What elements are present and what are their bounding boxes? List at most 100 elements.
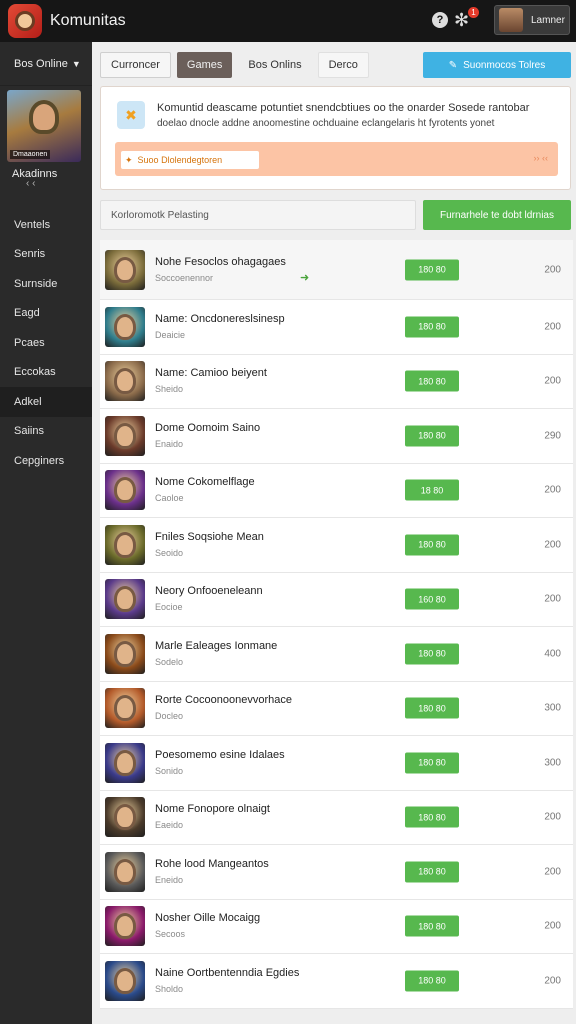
- game-thumbnail[interactable]: [105, 688, 145, 729]
- game-thumbnail[interactable]: [105, 960, 145, 1001]
- game-thumbnail[interactable]: [105, 742, 145, 783]
- buy-button[interactable]: 180 80: [405, 861, 459, 883]
- buy-button[interactable]: 180 80: [405, 259, 459, 280]
- sidebar-mini-text: ‹ ‹: [26, 178, 36, 189]
- top-bar: Komunitas ? ✻ 1 Lamner: [0, 0, 576, 42]
- sidebar-item-active[interactable]: Adkel: [0, 387, 92, 417]
- list-item[interactable]: Marle Ealeages Ionmane Sodelo 180 80 400: [100, 627, 573, 682]
- promo-note: ›› ‹‹: [533, 153, 549, 163]
- promo-code-field[interactable]: ✦ Suoo Dlolendegtoren: [121, 151, 259, 169]
- character-icon: [114, 368, 136, 395]
- item-count: 200: [544, 920, 561, 932]
- list-item[interactable]: Poesomemo esine Idalaes Sonido 180 80 300: [100, 736, 573, 791]
- item-subtitle: Eneido: [155, 874, 184, 885]
- item-title[interactable]: Dome Oomoim Saino: [155, 422, 260, 434]
- sidebar-item[interactable]: Saiins: [0, 417, 92, 447]
- item-title[interactable]: Naine Oortbentenndia Egdies: [155, 967, 299, 979]
- buy-button[interactable]: 180 80: [405, 370, 459, 392]
- game-thumbnail[interactable]: [105, 851, 145, 892]
- game-thumbnail[interactable]: [105, 633, 145, 674]
- character-icon: [114, 804, 136, 831]
- item-count: 300: [544, 702, 561, 714]
- item-subtitle: Seoido: [155, 547, 184, 558]
- buy-button[interactable]: 180 80: [405, 970, 459, 992]
- user-menu[interactable]: Lamner: [494, 5, 570, 35]
- item-title[interactable]: Nome Fonopore olnaigt: [155, 803, 270, 815]
- buy-button[interactable]: 180 80: [405, 915, 459, 937]
- sidebar-item[interactable]: Surnside: [0, 269, 92, 299]
- notifications-button[interactable]: ✻ 1: [454, 7, 479, 31]
- list-item[interactable]: Fniles Soqsiohe Mean Seoido 180 80 200: [100, 518, 573, 573]
- list-item[interactable]: Nome Cokomelflage Caoloe 18 80 200: [100, 463, 573, 518]
- help-icon[interactable]: ?: [432, 12, 448, 28]
- sidebar-item[interactable]: Senris: [0, 240, 92, 270]
- item-title[interactable]: Name: Oncdonereslsinesp: [155, 313, 285, 325]
- game-thumbnail[interactable]: [105, 361, 145, 402]
- item-title[interactable]: Marle Ealeages Ionmane: [155, 640, 277, 652]
- game-thumbnail[interactable]: [105, 306, 145, 347]
- app-logo[interactable]: [8, 4, 42, 38]
- sidebar-subtitle: Akadinns: [12, 168, 58, 180]
- list-item[interactable]: Dome Oomoim Saino Enaido 180 80 290: [100, 409, 573, 464]
- game-thumbnail[interactable]: [105, 249, 145, 290]
- sidebar-item[interactable]: Ventels: [0, 210, 92, 240]
- game-thumbnail[interactable]: [105, 415, 145, 456]
- tab-current[interactable]: Curroncer: [100, 52, 171, 78]
- subscribe-button[interactable]: ✎ Suonmocos Tolres: [423, 52, 571, 78]
- hero-face-icon: [15, 11, 35, 31]
- info-card: ✖ Komuntid deascame potuntiet snendcbtiu…: [100, 86, 571, 190]
- buy-button[interactable]: 180 80: [405, 697, 459, 719]
- banner-caption: Dmaaonen: [10, 150, 51, 159]
- tab-online[interactable]: Bos Onlins: [238, 52, 311, 78]
- list-item[interactable]: Name: Camioo beiyent Sheido 180 80 200: [100, 354, 573, 409]
- character-icon: [114, 858, 136, 885]
- list-item[interactable]: Nohe Fesoclos ohagagaes Soccoenennor ➜ 180 …: [100, 240, 573, 300]
- item-title[interactable]: Name: Camioo beiyent: [155, 367, 267, 379]
- buy-button[interactable]: 180 80: [405, 316, 459, 338]
- game-thumbnail[interactable]: [105, 470, 145, 511]
- item-title[interactable]: Fniles Soqsiohe Mean: [155, 531, 264, 543]
- character-icon: [114, 313, 136, 340]
- item-title[interactable]: Nohe Fesoclos ohagagaes: [155, 256, 286, 268]
- list-item[interactable]: Naine Oortbentenndia Egdies Sholdo 180 80 2…: [100, 954, 573, 1009]
- character-icon: [114, 640, 136, 667]
- buy-button[interactable]: 180 80: [405, 425, 459, 447]
- list-item[interactable]: Nosher Oille Mocaigg Secoos 180 80 200: [100, 899, 573, 954]
- item-subtitle: Sonido: [155, 765, 184, 776]
- item-title[interactable]: Poesomemo esine Idalaes: [155, 749, 285, 761]
- item-title[interactable]: Rorte Cocoonoonevvorhace: [155, 694, 292, 706]
- item-title[interactable]: Rohe lood Mangeantos: [155, 858, 269, 870]
- item-title[interactable]: Neory Onfooeneleann: [155, 585, 263, 597]
- search-input[interactable]: Korloromotk Pelasting: [100, 200, 416, 230]
- list-item[interactable]: Name: Oncdonereslsinesp Deaicie 180 80 200: [100, 300, 573, 355]
- user-name: Lamner: [531, 14, 565, 26]
- game-banner[interactable]: Dmaaonen: [7, 90, 81, 162]
- list-item[interactable]: Neory Onfooeneleann Eocioe 160 80 200: [100, 572, 573, 627]
- game-thumbnail[interactable]: [105, 524, 145, 565]
- sidebar-item[interactable]: Cepginers: [0, 446, 92, 476]
- list-item[interactable]: Rohe lood Mangeantos Eneido 180 80 200: [100, 845, 573, 900]
- sidebar-item[interactable]: Eccokas: [0, 358, 92, 388]
- tab-games[interactable]: Games: [176, 52, 233, 78]
- search-button[interactable]: Furnarhele te dobt ldrnias: [423, 200, 571, 230]
- list-item[interactable]: Rorte Cocoonoonevvorhace Docleo 180 80 300: [100, 681, 573, 736]
- buy-button[interactable]: 180 80: [405, 534, 459, 556]
- item-title[interactable]: Nosher Oille Mocaigg: [155, 912, 260, 924]
- buy-button[interactable]: 180 80: [405, 806, 459, 828]
- sidebar-item[interactable]: Pcaes: [0, 328, 92, 358]
- server-dropdown[interactable]: Bos Online ▼: [0, 42, 92, 86]
- list-item[interactable]: Nome Fonopore olnaigt Eaeido 180 80 200: [100, 790, 573, 845]
- item-subtitle: Enaido: [155, 438, 184, 449]
- item-subtitle: Docleo: [155, 711, 184, 722]
- game-thumbnail[interactable]: [105, 579, 145, 620]
- buy-button[interactable]: 180 80: [405, 752, 459, 774]
- buy-button[interactable]: 18 80: [405, 479, 459, 501]
- game-thumbnail[interactable]: [105, 797, 145, 838]
- tab-derco[interactable]: Derco: [317, 52, 369, 78]
- buy-button[interactable]: 180 80: [405, 643, 459, 665]
- buy-button[interactable]: 160 80: [405, 588, 459, 610]
- item-subtitle: Secoos: [155, 929, 186, 940]
- game-thumbnail[interactable]: [105, 906, 145, 947]
- sidebar-item[interactable]: Eagd: [0, 299, 92, 329]
- item-title[interactable]: Nome Cokomelflage: [155, 476, 255, 488]
